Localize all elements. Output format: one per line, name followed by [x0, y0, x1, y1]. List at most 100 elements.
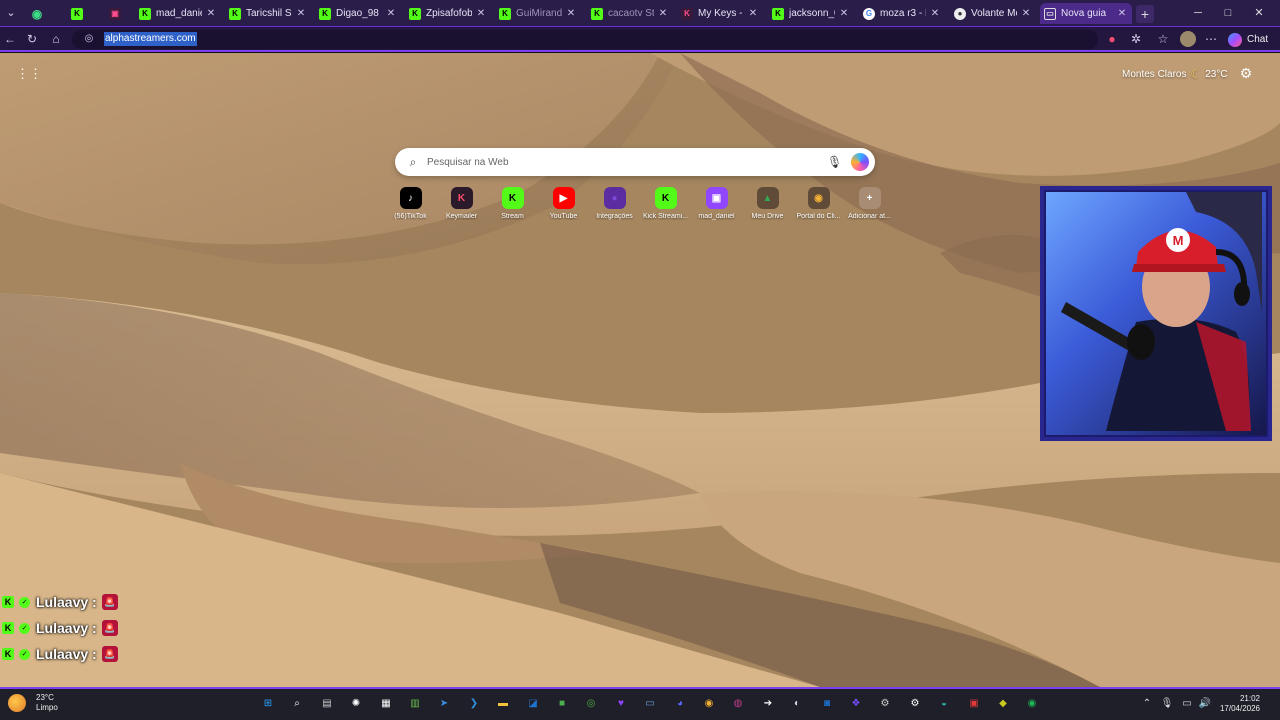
- copilot-search-icon[interactable]: [851, 153, 869, 171]
- browser-tab[interactable]: K Zpisafofoboy2✕: [405, 3, 491, 24]
- settings-icon[interactable]: ⚙: [876, 695, 894, 713]
- file-explorer-icon[interactable]: ▬: [494, 695, 512, 713]
- quick-link[interactable]: ▲ Meu Drive: [742, 187, 793, 220]
- keymailer-icon: K: [450, 187, 473, 209]
- more-options-icon[interactable]: ⋯: [1203, 31, 1219, 47]
- volume-icon[interactable]: 🔊: [1198, 697, 1212, 711]
- tab-close-icon[interactable]: ✕: [838, 8, 850, 19]
- spotify-icon[interactable]: ◉: [1023, 695, 1041, 713]
- quick-link[interactable]: ● Integrações: [589, 187, 640, 220]
- copilot-chat-button[interactable]: Chat: [1228, 31, 1268, 48]
- chrome-icon[interactable]: ◉: [700, 695, 718, 713]
- microphone-tray-icon[interactable]: 🎙: [1160, 697, 1174, 711]
- browser-tab[interactable]: Kjacksonn_007✕: [768, 3, 854, 24]
- notepad-icon[interactable]: ▥: [406, 695, 424, 713]
- search-icon[interactable]: ⌕: [288, 695, 306, 713]
- profile-avatar[interactable]: [1180, 31, 1196, 47]
- quick-link[interactable]: ▣ mad_daniel: [691, 187, 742, 220]
- page-settings-icon[interactable]: ⚙: [1238, 65, 1254, 81]
- weather-widget[interactable]: Montes Claros ☾ 23°C: [1122, 67, 1228, 81]
- quick-link[interactable]: K Kick Streami...: [640, 187, 691, 220]
- tab-active[interactable]: ▭ Nova guia ✕: [1040, 3, 1132, 24]
- window-app-icon[interactable]: ▭: [641, 695, 659, 713]
- browser-tab[interactable]: ● Volante Moza✕: [950, 3, 1036, 24]
- web-search-input[interactable]: [427, 153, 817, 171]
- quick-link[interactable]: K Stream: [487, 187, 538, 220]
- browser-tab[interactable]: K My Keys - Keym✕: [677, 3, 763, 24]
- vscode-icon[interactable]: ❯: [465, 695, 483, 713]
- browser-tab[interactable]: K: [67, 3, 89, 24]
- extension-icon[interactable]: ●: [1104, 31, 1120, 47]
- browser-tab[interactable]: K GuiMirandaDS✕: [495, 3, 581, 24]
- microphone-icon[interactable]: 🎙: [827, 154, 842, 170]
- copilot-icon[interactable]: ❖: [847, 695, 865, 713]
- home-icon[interactable]: ⌂: [48, 31, 64, 47]
- back-icon[interactable]: ←: [2, 31, 18, 47]
- extensions-puzzle-icon[interactable]: ✲: [1128, 31, 1144, 47]
- tab-close-icon[interactable]: ✕: [385, 8, 397, 19]
- bulb-app-icon[interactable]: ◆: [994, 695, 1012, 713]
- tab-close-icon[interactable]: ✕: [1020, 8, 1032, 19]
- browser-tab[interactable]: Kcacaotv Strea✕: [587, 3, 673, 24]
- network-icon[interactable]: ▭: [1180, 697, 1194, 711]
- apps-launcher-icon[interactable]: ⋮⋮: [16, 67, 42, 81]
- google-drive-icon: ▲: [756, 187, 779, 209]
- tab-close-icon[interactable]: ✕: [747, 8, 759, 19]
- chatgpt-icon[interactable]: ✺: [347, 695, 365, 713]
- taskbar-weather[interactable]: 23°C Limpo: [8, 693, 58, 713]
- quick-link[interactable]: + Adicionar at...: [844, 187, 895, 220]
- tiktok-icon: ♪: [399, 187, 422, 209]
- browser-tab[interactable]: Kmad_daniel Str✕: [135, 3, 221, 24]
- browser-tab[interactable]: ▣: [105, 3, 127, 24]
- store-icon[interactable]: ▦: [377, 695, 395, 713]
- edge-icon[interactable]: ◒: [935, 695, 953, 713]
- minimize-button[interactable]: ─: [1188, 5, 1208, 21]
- tab-close-icon[interactable]: ✕: [565, 8, 577, 19]
- tab-actions-menu-icon[interactable]: ⌄: [4, 6, 18, 20]
- minecraft-icon[interactable]: ■: [553, 695, 571, 713]
- tab-label: mad_daniel Str: [156, 8, 202, 19]
- task-view-icon[interactable]: ▤: [318, 695, 336, 713]
- quick-link[interactable]: ▶ YouTube: [538, 187, 589, 220]
- obs-icon[interactable]: ◍: [729, 695, 747, 713]
- start-icon[interactable]: ⊞: [259, 695, 277, 713]
- address-bar[interactable]: ◎ alphastreamers.com: [72, 30, 1098, 49]
- kick-icon: K: [501, 187, 524, 209]
- browser-tab[interactable]: K Taricshil Stream✕: [225, 3, 311, 24]
- steam-icon[interactable]: ◐: [788, 695, 806, 713]
- tray-overflow-icon[interactable]: ⌃: [1140, 697, 1154, 711]
- discord-icon[interactable]: ◕: [671, 695, 689, 713]
- tab-close-icon[interactable]: ✕: [1116, 8, 1128, 19]
- heart-app-icon[interactable]: ♥: [612, 695, 630, 713]
- favorites-icon[interactable]: ☆: [1155, 31, 1171, 47]
- quick-link[interactable]: K Keymailer: [436, 187, 487, 220]
- tab-label: Taricshil Stream: [246, 8, 292, 19]
- tab-close-icon[interactable]: ✕: [657, 8, 669, 19]
- quick-link-label: mad_daniel: [698, 213, 735, 220]
- url-text[interactable]: alphastreamers.com: [104, 32, 197, 46]
- azure-icon[interactable]: ◪: [524, 695, 542, 713]
- gear-app-icon[interactable]: ⚙: [906, 695, 924, 713]
- site-info-icon[interactable]: ◎: [82, 32, 96, 46]
- new-tab-button[interactable]: +: [1136, 5, 1154, 23]
- kick-taskbar-icon[interactable]: ➔: [759, 695, 777, 713]
- streamlabs-icon[interactable]: ▣: [965, 695, 983, 713]
- refresh-icon[interactable]: ↻: [24, 31, 40, 47]
- browser-tab[interactable]: K Digao_98 Strea✕: [315, 3, 401, 24]
- quick-link[interactable]: ♪ (56)TikTok: [385, 187, 436, 220]
- close-window-button[interactable]: ✕: [1249, 5, 1269, 21]
- browser-tab[interactable]: Gmoza r3 - Pesq✕: [859, 3, 945, 24]
- browser-tab[interactable]: ◉: [27, 3, 49, 24]
- tab-close-icon[interactable]: ✕: [475, 8, 487, 19]
- xbox-icon[interactable]: ◎: [582, 695, 600, 713]
- quick-link[interactable]: ◉ Portal do Cli...: [793, 187, 844, 220]
- maximize-button[interactable]: □: [1218, 5, 1238, 21]
- outlook-icon[interactable]: ◙: [818, 695, 836, 713]
- tab-close-icon[interactable]: ✕: [205, 8, 217, 19]
- system-clock[interactable]: 21:02 17/04/2026: [1218, 694, 1260, 714]
- arrow-app-icon[interactable]: ➤: [435, 695, 453, 713]
- tab-close-icon[interactable]: ✕: [295, 8, 307, 19]
- quick-link-label: YouTube: [549, 213, 578, 220]
- tab-close-icon[interactable]: ✕: [929, 8, 941, 19]
- verified-badge-icon: ✓: [19, 596, 30, 608]
